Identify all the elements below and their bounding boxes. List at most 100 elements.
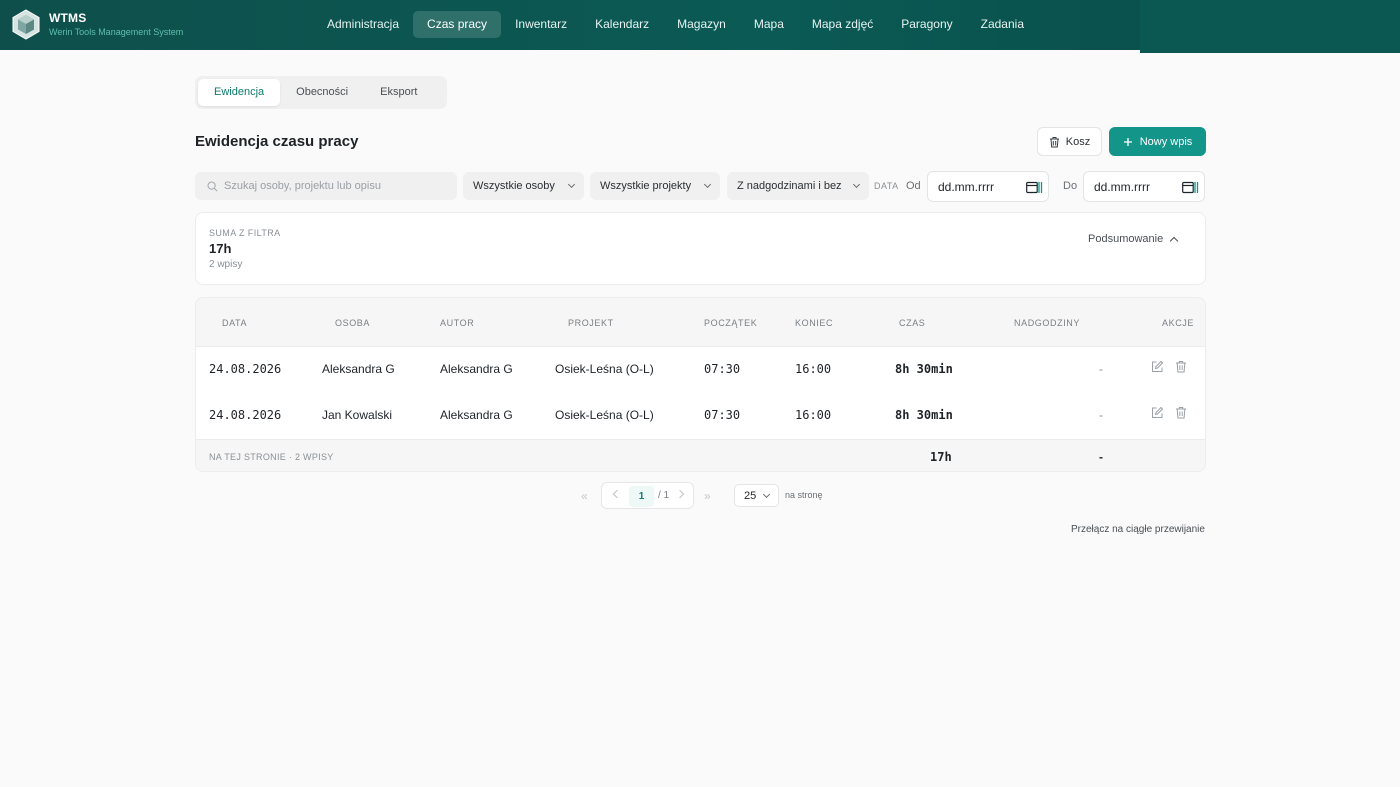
th-person[interactable]: OSOBA	[335, 318, 370, 328]
chevron-down-icon	[703, 180, 712, 189]
main-nav: Administracja Czas pracy Inwentarz Kalen…	[313, 11, 1038, 38]
table-row[interactable]: 24.08.2026 Jan Kowalski Aleksandra G Osi…	[196, 393, 1205, 439]
calendar-icon[interactable]	[1182, 181, 1199, 194]
cell-project: Osiek-Leśna (O-L)	[555, 408, 654, 422]
footer-overtime-total: -	[1099, 450, 1103, 464]
date-to-label: Do	[1063, 180, 1078, 192]
brand-title: WTMS	[49, 11, 87, 25]
edit-icon[interactable]	[1151, 360, 1163, 373]
nav-mapa[interactable]: Mapa	[740, 11, 798, 38]
date-filter-label: DATA	[874, 181, 899, 191]
nav-zadania[interactable]: Zadania	[967, 11, 1038, 38]
trash-button[interactable]: Kosz	[1037, 127, 1102, 156]
cell-start: 07:30	[704, 408, 741, 422]
per-page-label: na stronę	[785, 490, 823, 500]
date-to-value: dd.mm.rrrr	[1094, 179, 1150, 194]
footer-time-total: 17h	[930, 450, 952, 464]
total-pages: / 1	[658, 490, 670, 501]
tab-eksport[interactable]: Eksport	[364, 79, 433, 106]
cell-overtime: -	[1099, 408, 1103, 422]
time-entries-table: DATA OSOBA AUTOR PROJEKT POCZĄTEK KONIEC…	[195, 297, 1206, 472]
th-actions: AKCJE	[1162, 318, 1195, 328]
cell-time: 8h 30min	[895, 408, 953, 422]
per-page-value: 25	[744, 489, 757, 502]
pagination: 1 / 1	[601, 482, 694, 509]
cell-person: Jan Kowalski	[322, 408, 393, 422]
search-icon	[207, 180, 218, 191]
plus-icon	[1123, 137, 1132, 146]
nav-czas-pracy[interactable]: Czas pracy	[413, 11, 502, 38]
new-entry-button[interactable]: Nowy wpis	[1109, 127, 1206, 156]
chevron-down-icon	[567, 180, 576, 189]
footer-label: NA TEJ STRONIE · 2 WPISY	[209, 452, 334, 462]
cell-author: Aleksandra G	[440, 362, 513, 376]
nav-paragony[interactable]: Paragony	[887, 11, 966, 38]
trash-button-label: Kosz	[1065, 135, 1091, 148]
th-start[interactable]: POCZĄTEK	[704, 318, 757, 328]
nav-administracja[interactable]: Administracja	[313, 11, 413, 38]
trash-icon	[1049, 136, 1059, 147]
table-header: DATA OSOBA AUTOR PROJEKT POCZĄTEK KONIEC…	[196, 298, 1205, 347]
delete-icon[interactable]	[1175, 406, 1187, 419]
wtms-logo-icon	[12, 9, 40, 40]
last-page-button[interactable]: »	[704, 489, 711, 503]
th-overtime[interactable]: NADGODZINY	[1014, 318, 1080, 328]
new-entry-button-label: Nowy wpis	[1139, 135, 1193, 148]
date-from-value: dd.mm.rrrr	[938, 179, 994, 194]
th-project[interactable]: PROJEKT	[568, 318, 614, 328]
nav-inwentarz[interactable]: Inwentarz	[501, 11, 581, 38]
cell-time: 8h 30min	[895, 362, 953, 376]
cell-end: 16:00	[795, 408, 832, 422]
search-input[interactable]: Szukaj osoby, projektu lub opisu	[195, 172, 457, 200]
continuous-scroll-link[interactable]: Przełącz na ciągłe przewijanie	[1071, 524, 1205, 535]
edit-icon[interactable]	[1151, 406, 1163, 419]
cell-project: Osiek-Leśna (O-L)	[555, 362, 654, 376]
cell-date: 24.08.2026	[209, 362, 282, 376]
calendar-icon[interactable]	[1026, 181, 1043, 194]
subtabs: Ewidencja Obecności Eksport	[195, 76, 447, 109]
project-select[interactable]: Wszystkie projekty	[590, 172, 720, 200]
cell-author: Aleksandra G	[440, 408, 513, 422]
per-page-select[interactable]: 25	[734, 484, 779, 507]
chevron-right-icon[interactable]	[675, 489, 685, 499]
top-navbar-right-panel	[1140, 0, 1400, 53]
th-date[interactable]: DATA	[222, 318, 247, 328]
current-page[interactable]: 1	[629, 486, 654, 507]
date-from-input[interactable]: dd.mm.rrrr	[927, 171, 1049, 202]
person-select-value: Wszystkie osoby	[473, 180, 555, 192]
table-footer: NA TEJ STRONIE · 2 WPISY 17h -	[196, 439, 1205, 471]
tab-obecnosci[interactable]: Obecności	[280, 79, 364, 106]
nav-magazyn[interactable]: Magazyn	[663, 11, 740, 38]
cell-end: 16:00	[795, 362, 832, 376]
cell-overtime: -	[1099, 362, 1103, 376]
date-from-label: Od	[906, 180, 921, 192]
chevron-left-icon[interactable]	[612, 489, 622, 499]
chevron-down-icon	[852, 180, 861, 189]
chevron-down-icon	[762, 490, 771, 498]
chevron-up-icon	[1169, 236, 1179, 245]
page-title: Ewidencja czasu pracy	[195, 133, 359, 150]
nav-mapa-zdjec[interactable]: Mapa zdjęć	[798, 11, 887, 38]
search-placeholder: Szukaj osoby, projektu lub opisu	[224, 180, 381, 192]
delete-icon[interactable]	[1175, 360, 1187, 373]
overtime-select[interactable]: Z nadgodzinami i bez	[727, 172, 869, 200]
tab-ewidencja[interactable]: Ewidencja	[198, 79, 281, 106]
summary-toggle[interactable]: Podsumowanie	[1088, 233, 1179, 245]
summary-label: SUMA Z FILTRA	[209, 228, 281, 238]
th-time[interactable]: CZAS	[899, 318, 925, 328]
cell-start: 07:30	[704, 362, 741, 376]
table-row[interactable]: 24.08.2026 Aleksandra G Aleksandra G Osi…	[196, 347, 1205, 393]
date-to-input[interactable]: dd.mm.rrrr	[1083, 171, 1205, 202]
summary-value: 17h	[209, 241, 232, 256]
th-author[interactable]: AUTOR	[440, 318, 474, 328]
summary-toggle-label: Podsumowanie	[1088, 233, 1164, 245]
th-end[interactable]: KONIEC	[795, 318, 833, 328]
person-select[interactable]: Wszystkie osoby	[463, 172, 584, 200]
nav-kalendarz[interactable]: Kalendarz	[581, 11, 663, 38]
project-select-value: Wszystkie projekty	[600, 180, 692, 192]
brand-subtitle: Werin Tools Management System	[49, 27, 184, 37]
first-page-button[interactable]: «	[581, 489, 588, 503]
cell-person: Aleksandra G	[322, 362, 395, 376]
summary-count: 2 wpisy	[209, 259, 243, 270]
cell-date: 24.08.2026	[209, 408, 282, 422]
